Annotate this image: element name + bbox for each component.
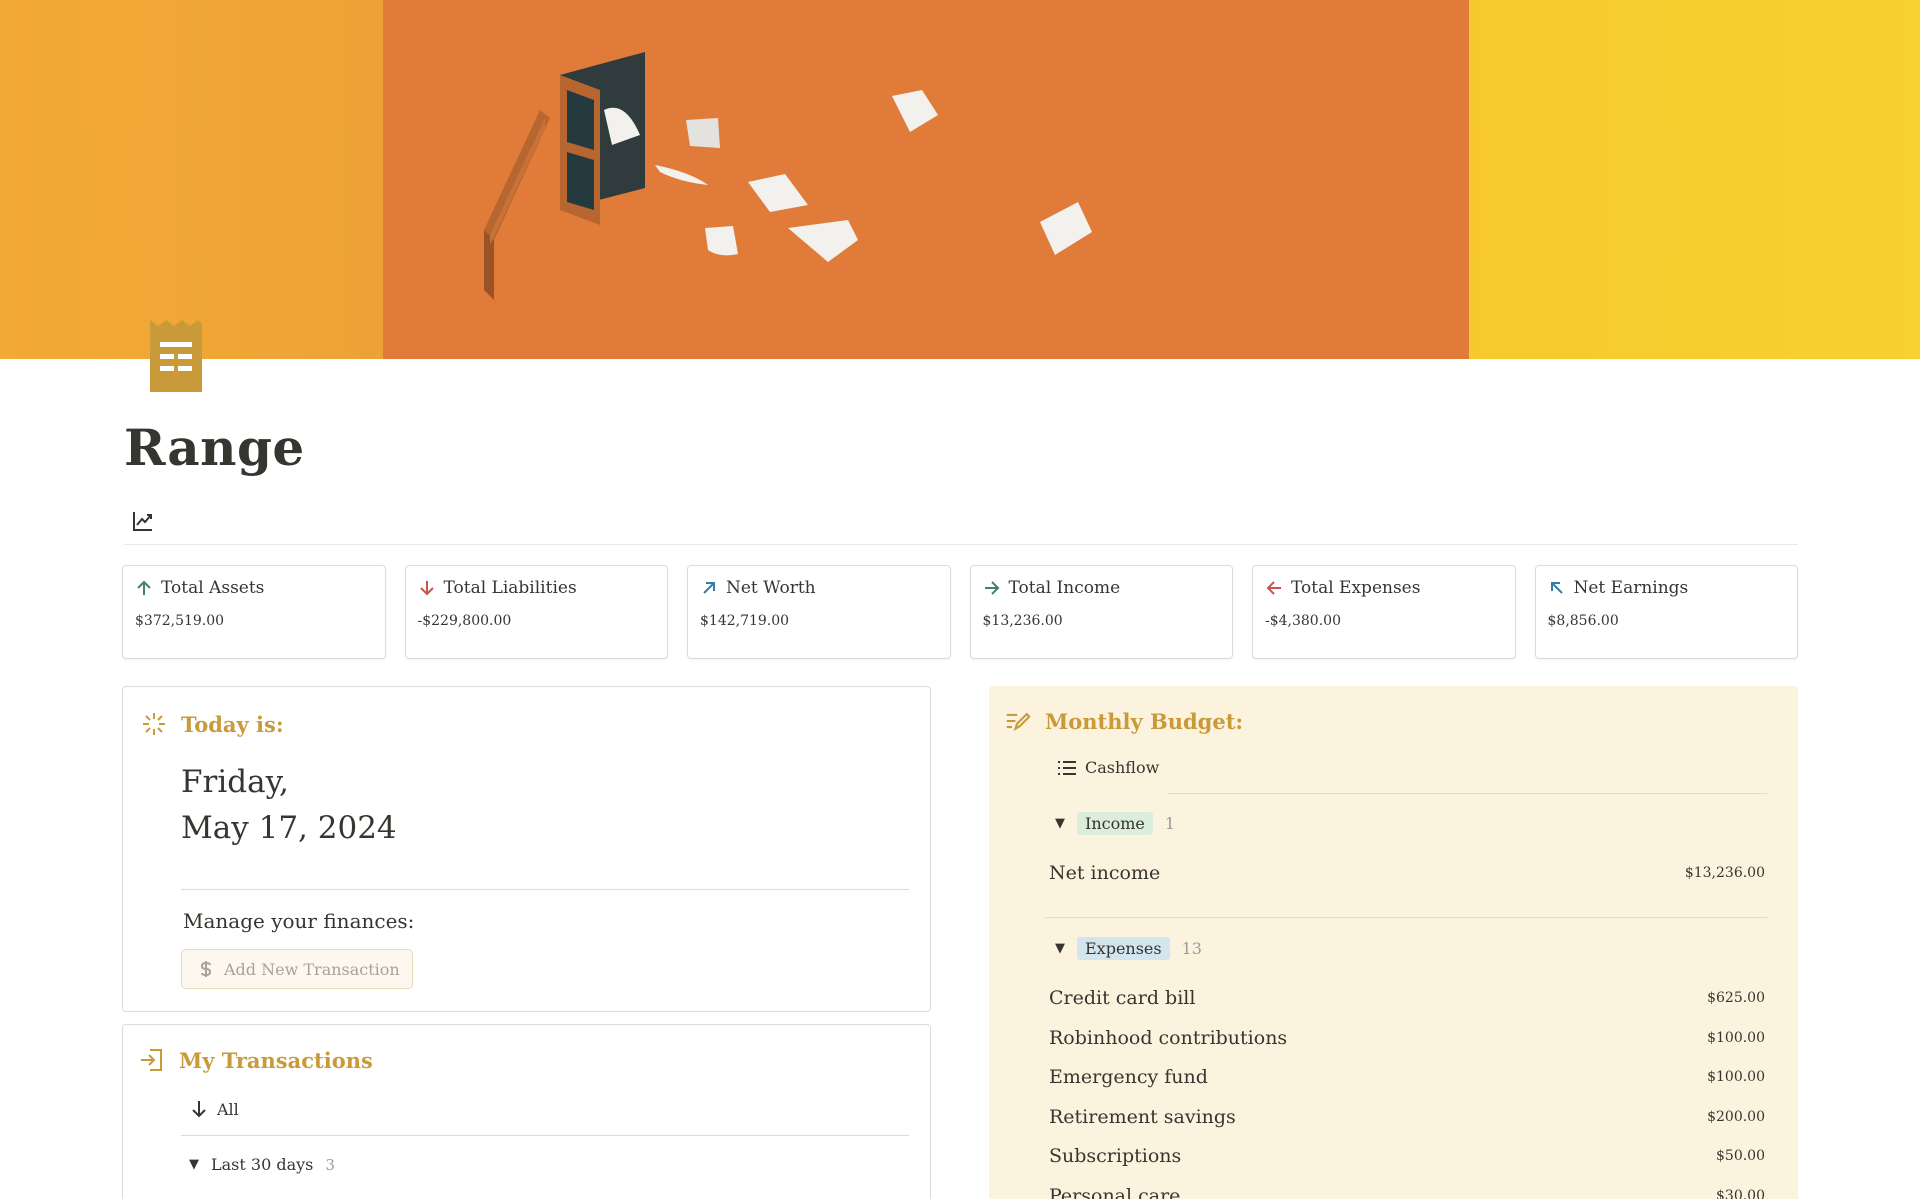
divider <box>124 544 1798 545</box>
arrow-right-icon <box>984 581 999 595</box>
transactions-panel: My Transactions All ▼ Last 30 days 3 <box>122 1024 931 1199</box>
triangle-down-icon: ▼ <box>189 1157 199 1172</box>
stat-value: $142,719.00 <box>700 613 790 629</box>
stat-card-net-worth[interactable]: Net Worth $142,719.00 <box>687 565 951 659</box>
stat-label: Total Expenses <box>1291 578 1421 598</box>
list-item[interactable]: Net income $13,236.00 <box>1049 862 1765 884</box>
stat-label: Total Assets <box>161 578 265 598</box>
stat-value: $13,236.00 <box>982 613 1063 629</box>
expenses-tag: Expenses <box>1077 937 1170 960</box>
group-toggle-last-30-days[interactable]: ▼ Last 30 days 3 <box>189 1155 335 1174</box>
arrow-left-icon <box>1266 581 1281 595</box>
divider <box>181 1135 909 1136</box>
arrow-up-icon <box>137 580 151 595</box>
stat-label: Net Worth <box>726 578 816 598</box>
triangle-down-icon: ▼ <box>1055 816 1065 831</box>
page-title: Range <box>124 418 305 477</box>
today-heading: Today is: <box>141 711 284 737</box>
monthly-budget-panel: Monthly Budget: Cashflow ▼ Income 1 Net … <box>989 686 1798 1199</box>
stat-card-total-expenses[interactable]: Total Expenses -$4,380.00 <box>1252 565 1516 659</box>
current-day: Friday, <box>181 764 289 800</box>
stat-card-total-income[interactable]: Total Income $13,236.00 <box>969 565 1233 659</box>
triangle-down-icon: ▼ <box>1055 941 1065 956</box>
sparkle-icon <box>143 713 165 735</box>
stat-card-net-earnings[interactable]: Net Earnings $8,856.00 <box>1534 565 1798 659</box>
sign-in-icon <box>141 1049 162 1071</box>
dollar-icon <box>200 961 212 977</box>
view-tab-all[interactable]: All <box>189 1099 239 1119</box>
arrow-up-right-icon <box>703 582 715 594</box>
cover-image <box>0 0 1920 359</box>
list-item[interactable]: Robinhood contributions $100.00 <box>1049 1027 1765 1049</box>
transactions-heading: My Transactions <box>139 1047 373 1073</box>
receipt-icon[interactable] <box>148 318 204 394</box>
group-toggle-income[interactable]: ▼ Income 1 <box>1055 812 1175 835</box>
divider <box>1167 793 1767 794</box>
current-date: Friday, May 17, 2024 <box>181 759 397 851</box>
group-toggle-expenses[interactable]: ▼ Expenses 13 <box>1055 937 1202 960</box>
list-item[interactable]: Subscriptions $50.00 <box>1049 1145 1765 1167</box>
arrow-down-icon <box>419 581 434 596</box>
stat-label: Total Income <box>1008 578 1121 598</box>
stat-label: Net Earnings <box>1573 578 1689 598</box>
view-tab-cashflow[interactable]: Cashflow <box>1057 758 1159 777</box>
arrow-up-left-icon <box>1550 582 1563 594</box>
stats-row: Total Assets $372,519.00 Total Liabiliti… <box>122 565 1798 659</box>
stat-value: $372,519.00 <box>135 613 225 629</box>
list-icon <box>1058 760 1076 775</box>
arrow-down-icon <box>192 1101 206 1118</box>
divider <box>1045 917 1767 918</box>
stat-value: -$4,380.00 <box>1265 613 1341 629</box>
edit-list-icon <box>1006 712 1031 732</box>
stat-card-total-liabilities[interactable]: Total Liabilities -$229,800.00 <box>404 565 668 659</box>
list-item[interactable]: Emergency fund $100.00 <box>1049 1066 1765 1088</box>
divider <box>181 889 909 890</box>
current-full-date: May 17, 2024 <box>181 810 397 846</box>
list-item[interactable]: Credit card bill $625.00 <box>1049 987 1765 1009</box>
today-panel: Today is: Friday, May 17, 2024 Manage yo… <box>122 686 931 1012</box>
stat-label: Total Liabilities <box>443 578 577 598</box>
stat-value: $8,856.00 <box>1547 613 1619 629</box>
stat-value: -$229,800.00 <box>417 613 512 629</box>
budget-heading: Monthly Budget: <box>1005 708 1243 734</box>
income-tag: Income <box>1077 812 1153 835</box>
stat-card-total-assets[interactable]: Total Assets $372,519.00 <box>122 565 386 659</box>
list-item[interactable]: Retirement savings $200.00 <box>1049 1106 1765 1128</box>
add-transaction-button[interactable]: Add New Transaction <box>181 949 413 989</box>
manage-label: Manage your finances: <box>183 909 415 933</box>
list-item[interactable]: Personal care $30.00 <box>1049 1185 1765 1199</box>
line-chart-icon[interactable] <box>132 510 154 532</box>
